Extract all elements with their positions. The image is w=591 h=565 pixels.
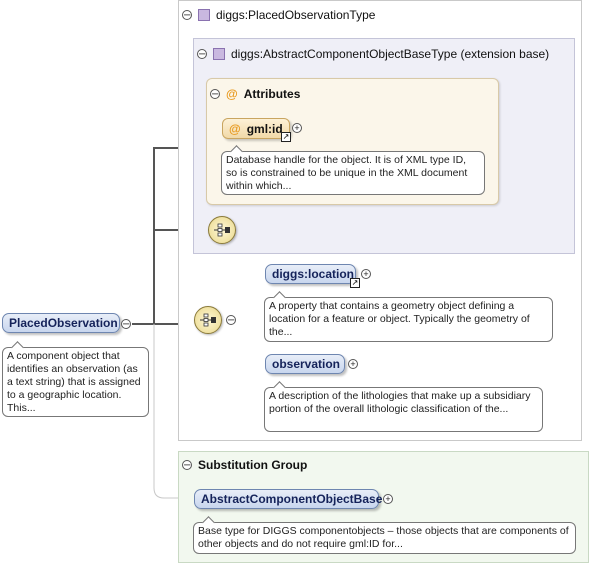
observation-doc-text: A description of the lithologies that ma… (269, 390, 531, 415)
reference-arrow-icon: ↗ (281, 132, 291, 142)
attributes-title: Attributes (243, 87, 301, 101)
complex-type-icon (198, 9, 210, 21)
attribute-at-icon: @ (229, 121, 241, 136)
type-title: diggs:PlacedObservationType (216, 8, 376, 22)
extension-base-title: diggs:AbstractComponentObjectBaseType (e… (231, 47, 550, 61)
diggs-location-label: diggs:location (272, 267, 354, 281)
observation-label: observation (272, 357, 341, 371)
placed-observation-doc: A component object that identifies an ob… (2, 341, 149, 417)
placed-observation-label: PlacedObservation (9, 316, 118, 330)
collapse-toggle-icon[interactable]: − (197, 49, 207, 60)
sequence-compositor[interactable] (194, 306, 222, 334)
gml-id-attribute[interactable]: @ gml:id (222, 118, 290, 139)
sequence-icon (200, 313, 216, 327)
substitution-group-header: − Substitution Group (182, 456, 307, 474)
abstract-component-object-base-label: AbstractComponentObjectBase (201, 492, 383, 506)
collapse-toggle-icon[interactable]: − (182, 10, 192, 21)
expand-plus-icon[interactable]: + (383, 494, 393, 504)
diggs-location-doc: A property that contains a geometry obje… (264, 291, 553, 342)
sequence-icon (214, 223, 230, 237)
collapse-toggle-icon[interactable]: − (182, 460, 192, 471)
attribute-at-icon: @ (226, 87, 238, 101)
abstract-component-object-base-doc: Base type for DIGGS componentobjects – t… (193, 516, 576, 554)
gml-id-doc-text: Database handle for the object. It is of… (226, 154, 468, 192)
collapse-toggle-icon[interactable]: − (210, 89, 220, 100)
abstract-component-object-base-element[interactable]: AbstractComponentObjectBase (194, 489, 383, 509)
attributes-header: − @ Attributes (210, 85, 300, 103)
gml-id-label: gml:id (246, 121, 283, 136)
abstract-component-object-base-doc-text: Base type for DIGGS componentobjects – t… (198, 525, 569, 550)
substitution-group-title: Substitution Group (198, 458, 308, 472)
placed-observation-doc-text: A component object that identifies an ob… (7, 350, 141, 414)
observation-doc: A description of the lithologies that ma… (264, 381, 543, 432)
placed-observation-type-header: − diggs:PlacedObservationType (182, 6, 375, 24)
sequence-compositor[interactable] (208, 216, 236, 244)
collapse-toggle-icon[interactable]: − (121, 319, 131, 330)
expand-plus-icon[interactable]: + (348, 359, 358, 369)
reference-arrow-icon: ↗ (350, 278, 360, 288)
expand-plus-icon[interactable]: + (361, 269, 371, 279)
gml-id-doc: Database handle for the object. It is of… (221, 145, 485, 195)
complex-type-icon (213, 48, 225, 60)
expand-plus-icon[interactable]: + (292, 123, 302, 133)
collapse-toggle-icon[interactable]: − (226, 315, 236, 326)
diggs-location-element[interactable]: diggs:location (265, 264, 356, 284)
observation-element[interactable]: observation (265, 354, 345, 374)
diggs-location-doc-text: A property that contains a geometry obje… (269, 300, 530, 338)
placed-observation-element[interactable]: PlacedObservation (2, 313, 120, 333)
extension-base-header: − diggs:AbstractComponentObjectBaseType … (197, 45, 549, 63)
